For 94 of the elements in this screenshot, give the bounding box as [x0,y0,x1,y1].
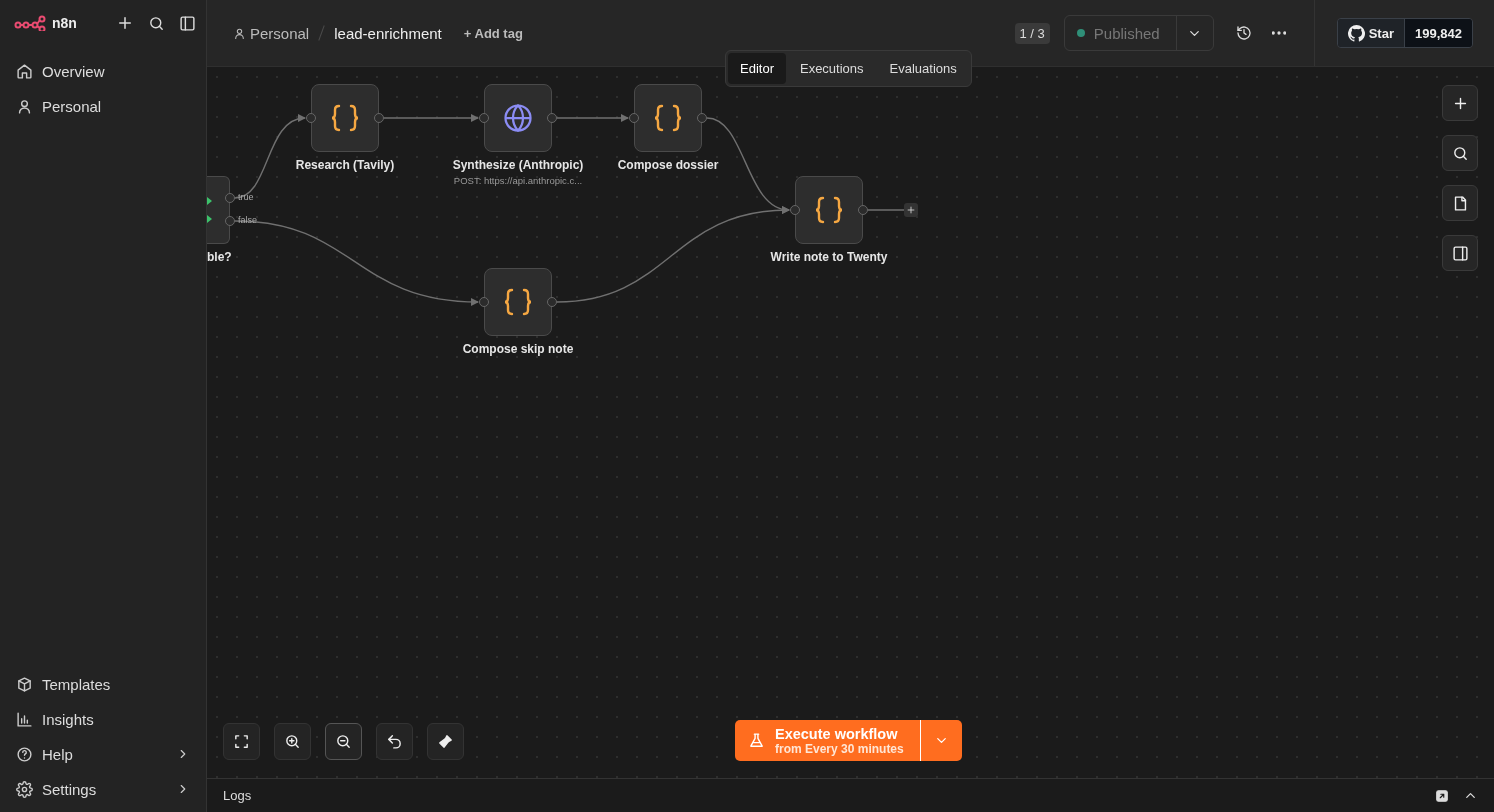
undo-icon [386,733,403,750]
logo-icon [14,15,46,31]
sidebar-item[interactable]: Help [8,739,198,769]
sidebar-item[interactable]: Insights [8,704,198,734]
node-label: Research (Tavily) [294,158,396,172]
project-link[interactable]: Personal [233,24,310,42]
input-port[interactable] [629,113,639,123]
search-icon [148,14,165,32]
bar-chart-icon [16,710,33,728]
pop-out-button[interactable] [1435,788,1449,803]
user-icon [233,26,246,40]
output-port[interactable] [225,216,235,226]
view-tab[interactable]: Evaluations [877,53,969,84]
input-port[interactable] [479,113,489,123]
box-icon [16,675,33,693]
node-card[interactable] [484,268,552,336]
code-braces-icon [502,287,534,317]
zoom-in-icon [284,733,301,750]
fit-view-icon [233,733,250,750]
globe-icon [503,103,533,133]
output-label: true [238,192,254,202]
user-icon [16,97,33,115]
output-port[interactable] [547,113,557,123]
node-label: Write note to Twenty [769,250,889,264]
github-star-widget[interactable]: Star 199,842 [1336,18,1473,48]
star-count: 199,842 [1404,19,1472,47]
workflow-name[interactable]: lead-enrichment [334,24,442,42]
plus-icon [116,14,134,32]
toggle-panel-button[interactable] [1442,235,1478,271]
plus-icon [906,205,916,215]
node-card[interactable] [484,84,552,152]
output-label: false [238,215,257,225]
pop-out-icon [1435,788,1449,803]
github-star-button[interactable]: Star [1337,19,1404,47]
panel-icon [179,14,196,32]
output-port[interactable] [858,205,868,215]
panel-icon [1451,244,1469,262]
logo-text: n8n [52,15,77,31]
view-tab[interactable]: Executions [787,53,876,84]
zoom-out-button[interactable] [325,723,362,760]
toggle-sidebar-button[interactable] [179,14,196,32]
node-subtitle: POST: https://api.anthropic.c... [452,175,584,186]
search-icon [1451,144,1469,162]
more-icon [1271,31,1286,35]
settings-icon [16,780,33,798]
code-braces-icon [329,103,361,133]
history-button[interactable] [1235,25,1252,41]
zoom-out-icon [335,733,352,750]
play-icon [207,197,212,205]
input-port[interactable] [306,113,316,123]
search-button[interactable] [148,14,165,32]
node-label: Synthesize (Anthropic) [451,158,585,172]
play-icon [207,215,212,223]
output-port[interactable] [547,297,557,307]
zoom-in-button[interactable] [274,723,311,760]
input-port[interactable] [479,297,489,307]
sidebar-item[interactable]: Settings [8,774,198,804]
output-port[interactable] [697,113,707,123]
node-card[interactable] [795,176,863,244]
sidebar-item[interactable]: Overview [8,56,198,86]
sidebar-item[interactable]: Personal [8,91,198,121]
github-icon [1347,24,1365,42]
connection-line [867,209,905,211]
add-node-button[interactable] [904,203,918,217]
version-counter: 1 / 3 [1014,22,1050,44]
add-button[interactable] [116,14,134,32]
code-braces-icon [652,103,684,133]
node-card[interactable] [634,84,702,152]
input-port[interactable] [790,205,800,215]
status-dot [1076,29,1085,37]
history-icon [1235,25,1252,41]
node-card[interactable] [207,176,230,244]
sidebar-item[interactable]: Templates [8,669,198,699]
view-tab[interactable]: Editor [728,53,786,84]
node-label: Compose skip note [461,342,575,356]
help-icon [16,745,33,763]
output-port[interactable] [374,113,384,123]
undo-button[interactable] [376,723,413,760]
sticky-note-button[interactable] [1442,185,1478,221]
more-button[interactable] [1271,31,1286,35]
add-tag-button[interactable]: + Add tag [463,25,523,41]
flask-icon [748,732,765,749]
fit-view-button[interactable] [223,723,260,760]
brush-icon [437,733,454,750]
search-button[interactable] [1442,135,1478,171]
home-icon [16,62,33,80]
node-card[interactable] [311,84,379,152]
output-port[interactable] [225,193,235,203]
tidy-up-button[interactable] [427,723,464,760]
code-braces-icon [813,195,845,225]
logs-title: Logs [223,788,253,803]
execute-menu-button[interactable] [919,720,962,761]
add-node-button[interactable] [1442,85,1478,121]
node-label: ble? [207,250,232,264]
